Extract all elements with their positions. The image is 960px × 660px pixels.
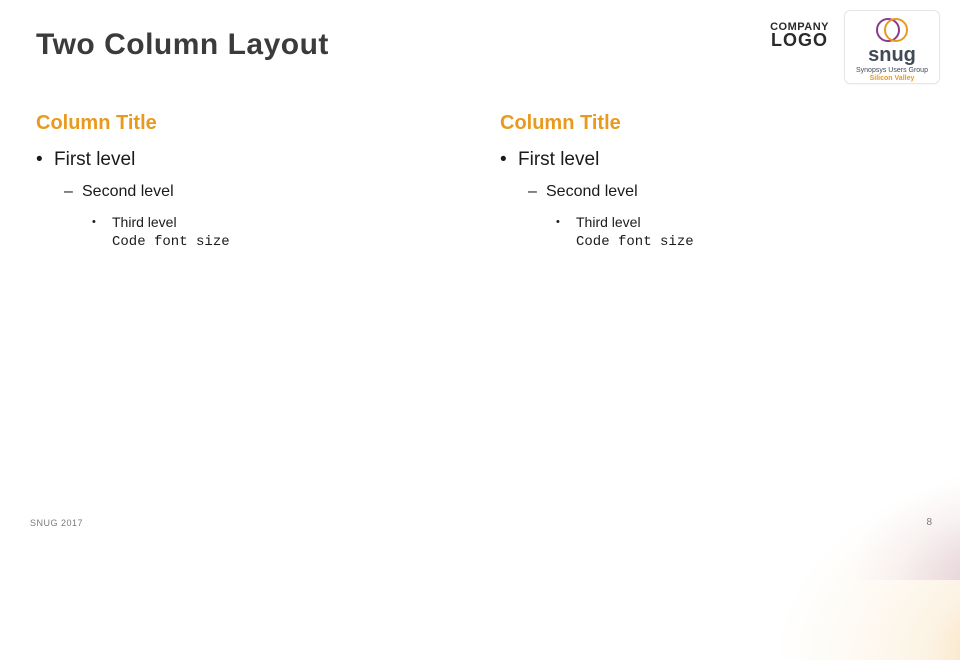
left-level2-text: Second level bbox=[82, 183, 174, 200]
left-level3-text: Third level bbox=[112, 214, 177, 230]
right-level3: •Third level bbox=[556, 213, 924, 230]
left-level1: •First level bbox=[36, 149, 460, 171]
right-level3-text: Third level bbox=[576, 214, 641, 230]
right-level1: •First level bbox=[500, 149, 924, 171]
footer-left: SNUG 2017 bbox=[30, 518, 83, 528]
columns-container: Column Title •First level –Second level … bbox=[36, 112, 924, 250]
page-number: 8 bbox=[926, 517, 932, 528]
decorative-swoosh-inner bbox=[820, 460, 960, 580]
right-column-title: Column Title bbox=[500, 112, 924, 135]
slide-title: Two Column Layout bbox=[36, 28, 329, 62]
snug-rings-icon bbox=[874, 17, 910, 43]
right-level1-text: First level bbox=[518, 149, 599, 170]
decorative-swoosh bbox=[720, 420, 960, 660]
left-column-title: Column Title bbox=[36, 112, 460, 135]
left-code-line: Code font size bbox=[112, 234, 460, 250]
snug-subtitle: Synopsys Users Group bbox=[851, 67, 933, 74]
right-level2: –Second level bbox=[528, 183, 924, 201]
right-level2-text: Second level bbox=[546, 183, 638, 200]
company-logo-bottom: LOGO bbox=[770, 30, 829, 51]
snug-name: snug bbox=[851, 45, 933, 65]
snug-region: Silicon Valley bbox=[851, 75, 933, 82]
left-level3: •Third level bbox=[92, 213, 460, 230]
left-column: Column Title •First level –Second level … bbox=[36, 112, 460, 250]
left-level1-text: First level bbox=[54, 149, 135, 170]
snug-badge: snug Synopsys Users Group Silicon Valley bbox=[844, 10, 940, 84]
left-level2: –Second level bbox=[64, 183, 460, 201]
company-logo: COMPANY LOGO bbox=[769, 20, 830, 52]
right-code-line: Code font size bbox=[576, 234, 924, 250]
right-column: Column Title •First level –Second level … bbox=[500, 112, 924, 250]
